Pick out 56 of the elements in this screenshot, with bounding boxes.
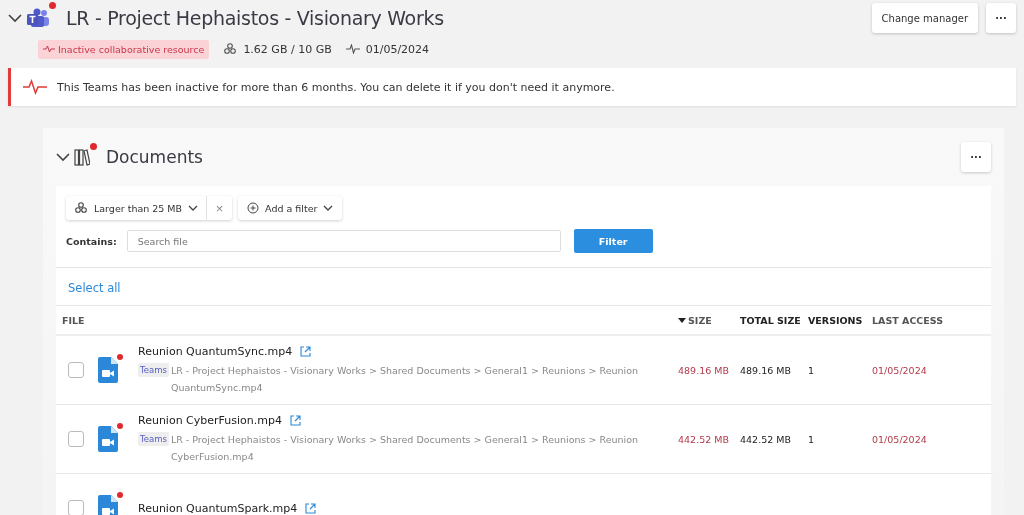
add-filter-button[interactable]: Add a filter — [238, 196, 343, 220]
last-activity-date: 01/05/2024 — [365, 42, 430, 56]
table-cell-text: 489.16 MB — [678, 364, 730, 376]
alert-message: This Teams has been inactive for more than 6 months. You can delete it if you don't need it anymore. — [57, 80, 615, 94]
chevron-down-icon[interactable] — [8, 13, 22, 23]
storage-usage: 1.62 GB / 10 GB — [243, 42, 332, 56]
column-header[interactable]: LAST ACCESS — [872, 314, 991, 326]
caret-icon — [188, 205, 199, 211]
external-link-icon[interactable] — [300, 345, 312, 357]
source-tag: Teams — [138, 431, 169, 446]
status-badge: Inactive collaborative resource — [38, 39, 210, 59]
select-all-link[interactable]: Select all — [68, 281, 121, 295]
change-manager-button[interactable]: Change manager — [871, 3, 978, 33]
column-header[interactable]: TOTAL SIZE — [740, 314, 808, 326]
teams-logo-icon — [26, 8, 50, 28]
video-file-icon — [98, 426, 118, 452]
column-header[interactable]: FILE — [56, 314, 678, 326]
pulse-icon — [43, 44, 55, 54]
caret-icon — [323, 205, 334, 211]
table-cell-text: 01/05/2024 — [872, 364, 928, 376]
table-cell-text: 1 — [808, 364, 816, 376]
row-checkbox[interactable] — [68, 362, 84, 378]
file-path: LR - Project Hephaistos - Visionary Works > Shared Documents > General1 > Reunions > Reunion QuantumSync.mp4 — [170, 363, 640, 395]
file-path: LR - Project Hephaistos - Visionary Works > Shared Documents > General1 > Reunions > Reunion CyberFusion.mp4 — [170, 432, 640, 464]
column-header[interactable]: VERSIONS — [808, 314, 872, 326]
chevron-down-icon[interactable] — [56, 152, 70, 162]
video-file-icon — [98, 357, 118, 383]
search-field[interactable]: Search file — [126, 230, 561, 252]
stack-icon — [223, 43, 238, 55]
sort-caret-icon — [678, 317, 686, 323]
column-header[interactable]: SIZE — [678, 314, 740, 326]
external-link-icon[interactable] — [305, 502, 317, 514]
size-filter-dropdown[interactable]: Larger than 25 MB — [66, 196, 207, 220]
file-name: Reunion CyberFusion.mp4 — [138, 413, 282, 427]
external-link-icon[interactable] — [289, 414, 301, 426]
table-cell-text: 442.52 MB — [678, 433, 730, 445]
table-cell-text: 489.16 MB — [740, 364, 792, 376]
remove-filter-button[interactable]: × — [206, 196, 233, 220]
source-tag: Teams — [138, 362, 169, 377]
row-checkbox[interactable] — [68, 431, 84, 447]
plus-circle-icon — [247, 202, 260, 214]
table-cell-text: 442.52 MB — [740, 433, 792, 445]
row-checkbox[interactable] — [68, 500, 84, 515]
contains-label: Contains: — [66, 235, 117, 247]
stack-icon — [74, 202, 88, 214]
file-name: Reunion QuantumSpark.mp4 — [138, 501, 298, 515]
pulse-icon — [345, 44, 360, 54]
books-icon — [74, 148, 90, 166]
pulse-icon — [23, 79, 47, 95]
table-cell-text: 1 — [808, 433, 816, 445]
section-title: Documents — [106, 147, 203, 167]
more-button[interactable]: ··· — [961, 142, 991, 172]
table-cell-text: 01/05/2024 — [872, 433, 928, 445]
more-button[interactable]: ··· — [986, 3, 1016, 33]
page-title: LR - Project Hephaistos - Visionary Works — [66, 7, 444, 29]
file-name: Reunion QuantumSync.mp4 — [138, 344, 293, 358]
